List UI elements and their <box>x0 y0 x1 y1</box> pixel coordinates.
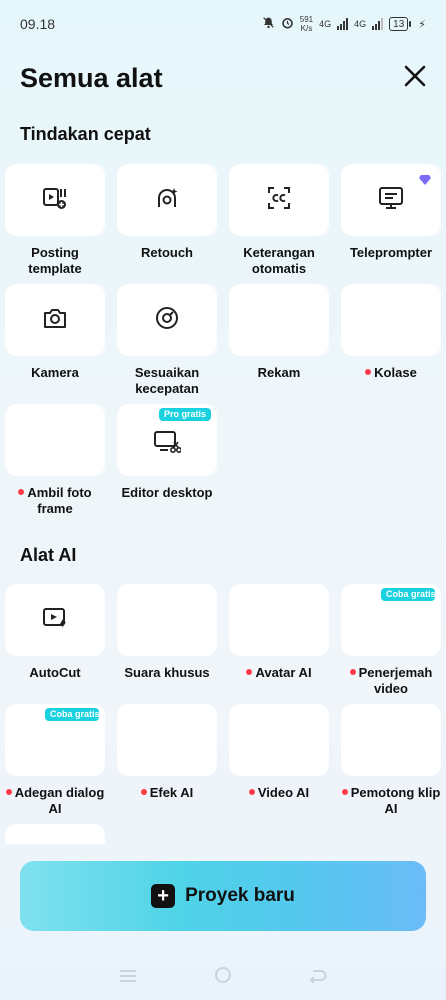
tool-more-partial[interactable] <box>5 824 105 844</box>
tool-custom-voice[interactable]: Suara khusus <box>117 584 217 681</box>
page-title: Semua alat <box>20 62 163 93</box>
tool-speed[interactable]: Sesuaikan kecepatan <box>117 284 217 397</box>
signal-icon <box>337 18 349 30</box>
new-dot <box>5 788 12 795</box>
header: Semua alat <box>20 58 426 98</box>
home-icon[interactable] <box>214 966 232 989</box>
network-type-1: 4G <box>319 19 332 29</box>
autocut-icon <box>42 605 68 636</box>
teleprompter-icon <box>378 185 404 216</box>
menu-icon[interactable] <box>119 967 137 988</box>
tool-frame-capture[interactable]: Ambil foto frame <box>5 404 105 517</box>
camera-icon <box>42 305 68 336</box>
tool-retouch[interactable]: Retouch <box>117 164 217 261</box>
tool-camera[interactable]: Kamera <box>5 284 105 381</box>
back-icon[interactable] <box>309 967 327 988</box>
tool-desktop-editor[interactable]: Pro gratis Editor desktop <box>117 404 217 501</box>
desktop-editor-icon <box>153 429 182 460</box>
new-dot <box>365 368 372 375</box>
speed-icon <box>154 305 180 336</box>
free-trial-badge: Coba gratis <box>381 588 435 601</box>
tool-posting-template[interactable]: Posting template <box>5 164 105 277</box>
new-project-button[interactable]: + Proyek baru <box>20 861 426 931</box>
signal-icon-2 <box>372 18 384 30</box>
tool-teleprompter[interactable]: Teleprompter <box>341 164 441 261</box>
tool-auto-caption[interactable]: Keterangan otomatis <box>229 164 329 277</box>
status-icons: 591 K/s 4G 4G 13 ⚡ <box>262 15 426 33</box>
notifications-off-icon <box>262 16 275 32</box>
tool-ai-clip-cutter[interactable]: Pemotong klip AI <box>341 704 441 817</box>
alarm-icon <box>281 16 294 32</box>
retouch-icon <box>154 185 180 216</box>
tool-ai-dialog-scene[interactable]: Coba gratis Adegan dialog AI <box>5 704 105 817</box>
new-dot <box>18 488 25 495</box>
charging-icon: ⚡ <box>418 18 426 31</box>
network-type-2: 4G <box>354 19 367 29</box>
network-speed: 591 K/s <box>299 15 314 33</box>
battery-icon: 13 <box>389 17 412 31</box>
ai-tools-grid: AutoCut Suara khusus Avatar AI Coba grat… <box>5 584 442 844</box>
tool-video-translator[interactable]: Coba gratis Penerjemah video <box>341 584 441 697</box>
auto-caption-icon <box>266 185 292 216</box>
gem-icon <box>419 172 431 190</box>
status-time: 09.18 <box>20 16 56 32</box>
tool-ai-avatar[interactable]: Avatar AI <box>229 584 329 681</box>
system-nav-bar <box>0 955 446 1000</box>
new-dot <box>140 788 147 795</box>
tool-ai-video[interactable]: Video AI <box>229 704 329 801</box>
close-icon[interactable] <box>404 63 426 93</box>
section-title-ai-tools: Alat AI <box>20 545 77 565</box>
new-dot <box>349 668 356 675</box>
new-dot <box>246 668 253 675</box>
tool-autocut[interactable]: AutoCut <box>5 584 105 681</box>
section-title-quick-actions: Tindakan cepat <box>20 124 151 144</box>
post-template-icon <box>42 185 68 216</box>
free-trial-badge: Coba gratis <box>45 708 99 721</box>
plus-icon: + <box>151 884 176 908</box>
pro-badge: Pro gratis <box>158 408 211 421</box>
status-bar: 09.18 591 K/s 4G 4G 13 ⚡ <box>0 0 446 48</box>
tool-ai-effects[interactable]: Efek AI <box>117 704 217 801</box>
new-dot <box>341 788 348 795</box>
new-dot <box>248 788 255 795</box>
tool-record[interactable]: Rekam <box>229 284 329 381</box>
tool-collage[interactable]: Kolase <box>341 284 441 381</box>
quick-actions-grid: Posting template Retouch Keterangan otom… <box>5 164 442 524</box>
